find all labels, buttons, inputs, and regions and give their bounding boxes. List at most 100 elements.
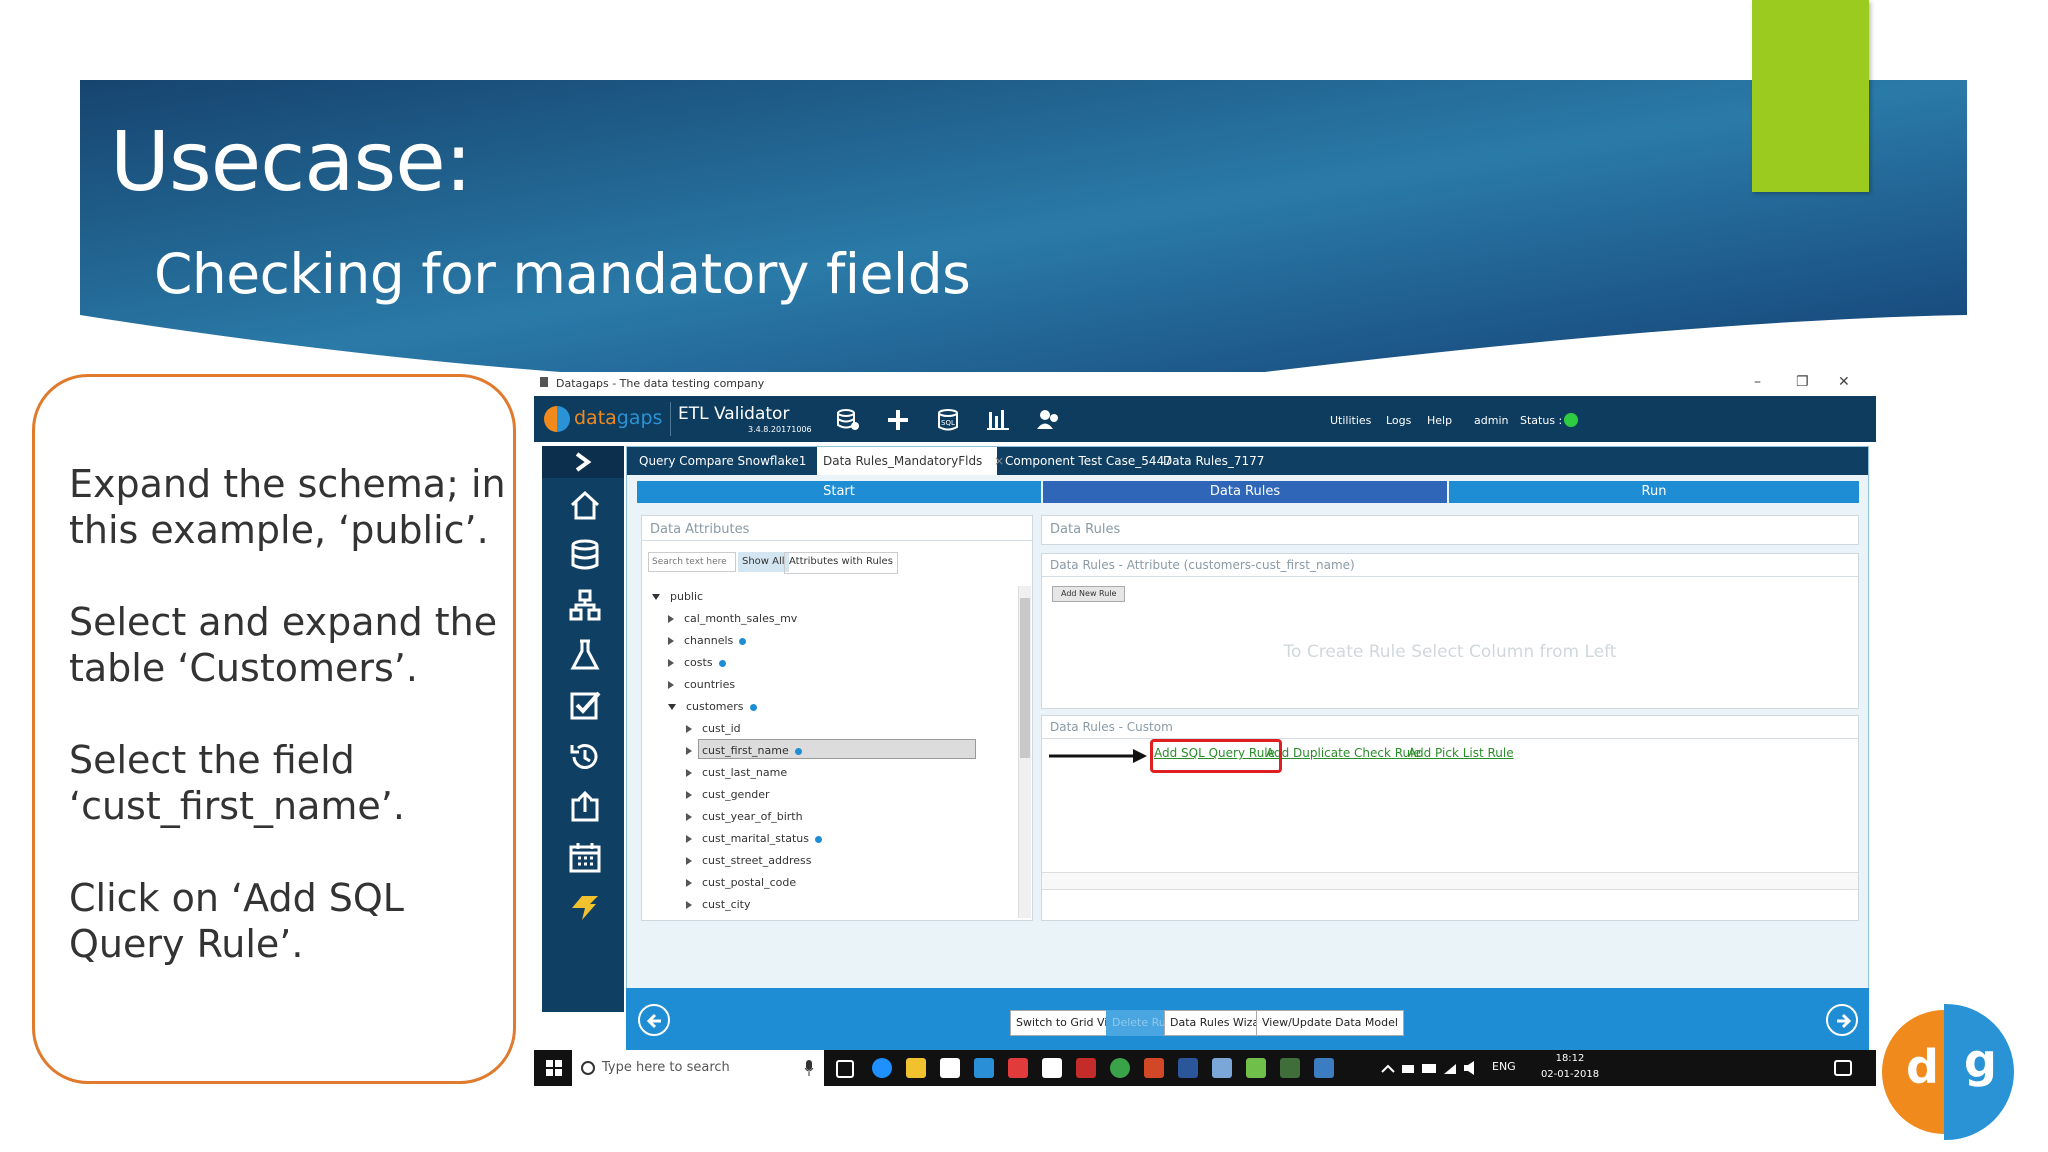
tree-column[interactable]: cust_last_name	[686, 766, 787, 779]
language-indicator[interactable]: ENG	[1492, 1060, 1516, 1073]
tree-table[interactable]: channels	[668, 634, 747, 647]
view-update-data-model-button[interactable]: View/Update Data Model	[1256, 1010, 1404, 1036]
mail-icon[interactable]	[1042, 1058, 1062, 1078]
word-icon[interactable]	[1178, 1058, 1198, 1078]
help-link[interactable]: Help	[1427, 414, 1452, 427]
app-red-icon[interactable]	[1008, 1058, 1028, 1078]
tab-data-rules-mandatory[interactable]: Data Rules_MandatoryFlds ×	[817, 447, 1004, 475]
add-duplicate-check-rule-link[interactable]: Add Duplicate Check Rule	[1266, 746, 1421, 760]
step-start[interactable]: Start	[637, 481, 1041, 503]
home-icon[interactable]	[568, 488, 602, 522]
network-app-icon[interactable]	[1314, 1058, 1334, 1078]
step-data-rules[interactable]: Data Rules	[1043, 481, 1447, 503]
utilities-link[interactable]: Utilities	[1330, 414, 1371, 427]
app-green-icon[interactable]	[1280, 1058, 1300, 1078]
accent-tab	[1752, 0, 1869, 192]
minimize-button[interactable]: –	[1754, 374, 1761, 390]
tree-table-customers[interactable]: customers	[668, 700, 757, 713]
tree-column[interactable]: cust_id	[686, 722, 741, 735]
database-icon[interactable]	[568, 538, 602, 572]
paint-icon[interactable]	[1246, 1058, 1266, 1078]
caret-down-icon	[668, 704, 676, 710]
caret-right-icon	[668, 637, 674, 645]
attribute-search-input[interactable]	[648, 552, 736, 572]
product-version: 3.4.8.20171006	[748, 425, 812, 434]
clock-time[interactable]: 18:12	[1540, 1053, 1600, 1064]
next-button[interactable]	[1826, 1004, 1858, 1036]
hierarchy-icon[interactable]	[568, 588, 602, 622]
attributes-with-rules-button[interactable]: Attributes with Rules	[784, 552, 898, 574]
tree-column[interactable]: cust_year_of_birth	[686, 810, 803, 823]
tree-column[interactable]: cust_street_address	[686, 854, 811, 867]
rule-indicator-icon	[794, 747, 802, 755]
arrow-left-icon	[646, 1013, 661, 1029]
chrome-icon[interactable]	[1110, 1058, 1130, 1078]
tree-column[interactable]: cust_marital_status	[686, 832, 823, 845]
plus-icon[interactable]	[886, 408, 910, 432]
logs-link[interactable]: Logs	[1386, 414, 1411, 427]
show-all-button[interactable]: Show All	[738, 552, 789, 572]
user-menu[interactable]: admin	[1474, 414, 1508, 427]
tab-component-test[interactable]: Component Test Case_5447	[999, 447, 1178, 475]
task-view-icon[interactable]	[836, 1060, 854, 1078]
tree-table[interactable]: costs	[668, 656, 726, 669]
step-run[interactable]: Run	[1449, 481, 1859, 503]
caret-right-icon	[686, 791, 692, 799]
powerpoint-icon[interactable]	[1144, 1058, 1164, 1078]
security-app-icon[interactable]	[1076, 1058, 1096, 1078]
custom-rules-title: Data Rules - Custom	[1050, 720, 1173, 734]
tree-table[interactable]: countries	[668, 678, 735, 691]
tree-column[interactable]: cust_postal_code	[686, 876, 796, 889]
checkbox-icon[interactable]	[568, 688, 602, 722]
add-pick-list-rule-link[interactable]: Add Pick List Rule	[1408, 746, 1514, 760]
windows-start-icon[interactable]	[546, 1060, 562, 1076]
flask-icon[interactable]	[568, 638, 602, 672]
callout-highlight	[1150, 739, 1282, 773]
database-icon[interactable]	[836, 408, 860, 432]
sidebar-toggle[interactable]	[542, 446, 624, 478]
add-new-rule-button[interactable]: Add New Rule	[1052, 586, 1126, 602]
clock-date[interactable]: 02-01-2018	[1534, 1069, 1606, 1080]
export-icon[interactable]	[568, 790, 602, 824]
sql-icon[interactable]: SQL	[936, 408, 960, 432]
chart-icon[interactable]	[986, 408, 1010, 432]
tree-table[interactable]: cal_month_sales_mv	[668, 612, 797, 625]
window-title-bar: Datagaps - The data testing company – ❐ …	[534, 372, 1876, 396]
caret-right-icon	[686, 879, 692, 887]
window-title: Datagaps - The data testing company	[556, 377, 765, 390]
close-button[interactable]: ✕	[1838, 374, 1850, 390]
previous-button[interactable]	[638, 1004, 670, 1036]
empty-state-message: To Create Rule Select Column from Left	[1283, 642, 1617, 662]
restore-button[interactable]: ❐	[1796, 374, 1809, 390]
data-rules-header: Data Rules	[1041, 515, 1859, 545]
tree-column[interactable]: cust_gender	[686, 788, 770, 801]
tab-data-rules-7177[interactable]: Data Rules_7177	[1157, 447, 1270, 475]
notepad-icon[interactable]	[1212, 1058, 1232, 1078]
data-attributes-panel: Data Attributes Show All Attributes with…	[641, 515, 1033, 921]
tree-schema-public[interactable]: public	[652, 590, 703, 603]
horizontal-scrollbar[interactable]	[1042, 872, 1858, 890]
calendar-icon[interactable]	[568, 840, 602, 874]
caret-right-icon	[686, 813, 692, 821]
caret-right-icon	[686, 725, 692, 733]
microphone-icon[interactable]	[804, 1060, 814, 1076]
logo-letter-d: d	[1906, 1040, 1939, 1094]
tree-column[interactable]: cust_city	[686, 898, 751, 911]
status-indicator-icon	[1564, 413, 1578, 427]
users-icon[interactable]	[1036, 408, 1062, 432]
tree-scrollbar[interactable]	[1018, 586, 1031, 918]
notifications-icon[interactable]	[1834, 1060, 1852, 1076]
edge-icon[interactable]	[872, 1058, 892, 1078]
system-tray-icons[interactable]	[1380, 1060, 1490, 1076]
scrollbar-thumb[interactable]	[1020, 598, 1030, 758]
attribute-rules-panel: Data Rules - Attribute (customers-cust_f…	[1041, 553, 1859, 709]
taskbar-search[interactable]: Type here to search	[572, 1050, 824, 1086]
store-icon[interactable]	[940, 1058, 960, 1078]
callout-arrow-icon	[1049, 749, 1147, 763]
app-l-icon[interactable]	[974, 1058, 994, 1078]
tab-query-compare[interactable]: Query Compare Snowflake1	[633, 447, 812, 475]
tree-column-cust-first-name[interactable]: cust_first_name	[686, 744, 802, 757]
history-icon[interactable]	[568, 740, 602, 774]
file-explorer-icon[interactable]	[906, 1058, 926, 1078]
scheduler-icon[interactable]	[568, 890, 602, 924]
